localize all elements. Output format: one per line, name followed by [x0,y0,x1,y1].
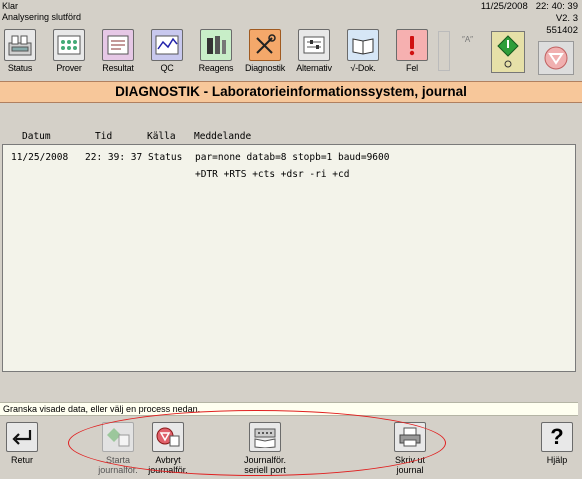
prompt-text: Granska visade data, eller välj en proce… [0,402,578,416]
document-book-icon [347,29,379,61]
toolbar-error-button[interactable]: Fel [392,29,432,73]
toolbar-label: Prover [56,63,82,73]
main-toolbar: Status Prover Resultat QC Reagens Diagno… [0,29,582,79]
toolbar-status-button[interactable]: Status [0,29,40,73]
toolbar-label: QC [160,63,174,73]
button-label: Hjälp [546,455,568,465]
toolbar-options-button[interactable]: Alternativ [294,29,334,73]
toolbar-results-button[interactable]: Resultat [98,29,138,73]
row-time: 22: 39: 37 [85,152,143,163]
status-subtext: Analysering slutförd [2,12,82,22]
return-button[interactable]: Retur [4,422,40,465]
status-text: Klar [2,1,19,11]
status-icon [4,29,36,61]
reagents-icon [200,29,232,61]
toolbar-label: Diagnostik [245,63,286,73]
samples-icon [53,29,85,61]
error-exclamation-icon [396,29,428,61]
stop-logging-icon [152,422,184,452]
version-display: V2. 3 [555,13,578,24]
toolbar-label: √-Dok. [350,63,376,73]
column-header-message: Meddelande [194,131,252,142]
go-diamond-icon [497,35,519,68]
column-header-time: Tid [95,131,113,142]
start-logging-icon [102,422,134,452]
toolbar-qc-button[interactable]: QC [147,29,187,73]
empty-indicator-slot [438,31,450,71]
row-date: 11/25/2008 [11,152,69,163]
serial-port-log-icon [249,422,281,452]
toolbar-label: Resultat [102,63,134,73]
status-area: Klar Analysering slutförd [2,1,81,23]
help-button[interactable]: ? Hjälp [538,422,576,465]
row-message-continued: +DTR +RTS +cts +dsr -ri +cd [195,169,350,180]
start-go-button[interactable] [491,31,525,73]
column-header-source: Källa [147,131,176,142]
print-journal-button[interactable]: Skriv ut journal [385,422,435,475]
toolbar-label: Fel [406,63,418,73]
toolbar-label: Reagens [198,63,234,73]
antenna-icon: ″A″ [462,35,473,44]
button-label: Starta journalför. [98,455,138,475]
page-title: DIAGNOSTIK - Laboratorieinformationssyst… [0,81,582,103]
stop-button[interactable] [538,41,574,75]
date-display: 11/25/2008 [480,1,528,12]
toolbar-label: Alternativ [296,63,332,73]
start-logging-button[interactable]: Starta journalför. [92,422,144,475]
button-label: Retur [10,455,33,465]
time-display: 22: 40: 39 [535,1,578,12]
button-label: Avbryt journalför. [148,455,188,475]
help-question-icon: ? [541,422,573,452]
toolbar-document-button[interactable]: √-Dok. [343,29,383,73]
button-label: Skriv ut journal [394,455,425,475]
diagnostics-tools-icon [249,29,281,61]
results-icon [102,29,134,61]
stop-octagon-icon [544,46,568,70]
printer-icon [394,422,426,452]
column-header-date: Datum [22,131,51,142]
row-message: par=none datab=8 stopb=1 baud=9600 [195,152,390,163]
toolbar-label: Status [7,63,33,73]
toolbar-reagents-button[interactable]: Reagens [196,29,236,73]
qc-chart-icon [151,29,183,61]
return-arrow-icon [6,422,38,452]
toolbar-diagnostics-button[interactable]: Diagnostik [245,29,285,73]
row-source: Status [148,152,183,163]
serial-port-log-button[interactable]: Journalför. seriell port [237,422,293,475]
journal-list[interactable]: 11/25/2008 22: 39: 37 Status par=none da… [2,144,576,372]
button-label: Journalför. seriell port [243,455,287,475]
toolbar-samples-button[interactable]: Prover [49,29,89,73]
options-icon [298,29,330,61]
stop-logging-button[interactable]: Avbryt journalför. [142,422,194,475]
